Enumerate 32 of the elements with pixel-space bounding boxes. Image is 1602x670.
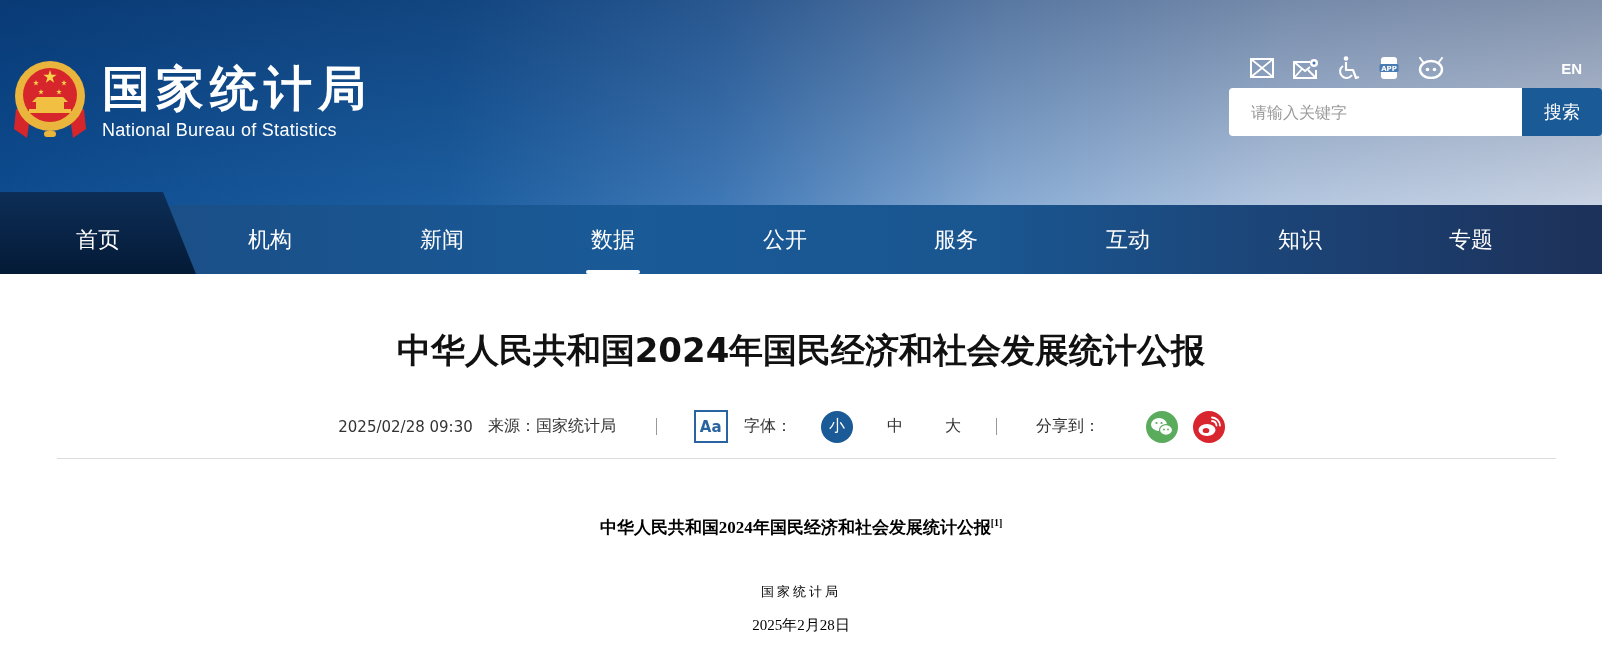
source-text: 来源：国家统计局 <box>487 416 616 437</box>
chat-bubbles-icon[interactable] <box>1145 410 1178 443</box>
emblem-icon <box>12 59 88 139</box>
search-field[interactable]: 请输入关键字 <box>1229 88 1522 136</box>
font-size-indicator: Aa <box>693 410 728 443</box>
article-title: 中华人民共和国2024年国民经济和社会发展统计公报 <box>395 329 1207 372</box>
envelope-gear-icon[interactable] <box>1293 57 1320 79</box>
site-subtitle: National Bureau of Statistics <box>102 119 338 141</box>
font-size-option[interactable]: 中 <box>878 410 911 443</box>
site-title: 国家统计局 <box>102 62 372 114</box>
font-size-option[interactable]: 小 <box>820 410 853 443</box>
nav-item[interactable]: 服务 <box>896 205 1017 274</box>
eye-arcs-icon[interactable] <box>1192 410 1225 443</box>
document-date: 2025年2月28日 <box>751 615 851 634</box>
font-size-option[interactable]: 大 <box>936 410 969 443</box>
envelope-icon[interactable] <box>1250 58 1275 78</box>
publish-date: 2025/02/28 09:30 <box>338 417 473 436</box>
nav-item[interactable]: 机构 <box>210 205 330 274</box>
font-label: 字体： <box>743 416 792 437</box>
robot-face-icon[interactable] <box>1418 57 1445 79</box>
search-button[interactable]: 搜索 <box>1522 88 1602 136</box>
nav-item[interactable]: 公开 <box>724 205 845 274</box>
nav-item[interactable]: 专题 <box>1411 205 1532 274</box>
nav-item[interactable]: 数据 <box>553 205 674 274</box>
document-title: 中华人民共和国2024年国民经济和社会发展统计公报$^{[1]}$ <box>598 516 1004 539</box>
nav-item[interactable]: 知识 <box>1239 205 1360 274</box>
home-nav-item[interactable]: 首页 <box>0 192 196 274</box>
nav-item[interactable]: 新闻 <box>381 205 502 274</box>
issuer-name: 国家统计局 <box>760 582 842 601</box>
wheelchair-icon[interactable] <box>1338 56 1361 80</box>
share-label: 分享到： <box>1035 416 1100 437</box>
nav-item[interactable]: 互动 <box>1067 205 1188 274</box>
